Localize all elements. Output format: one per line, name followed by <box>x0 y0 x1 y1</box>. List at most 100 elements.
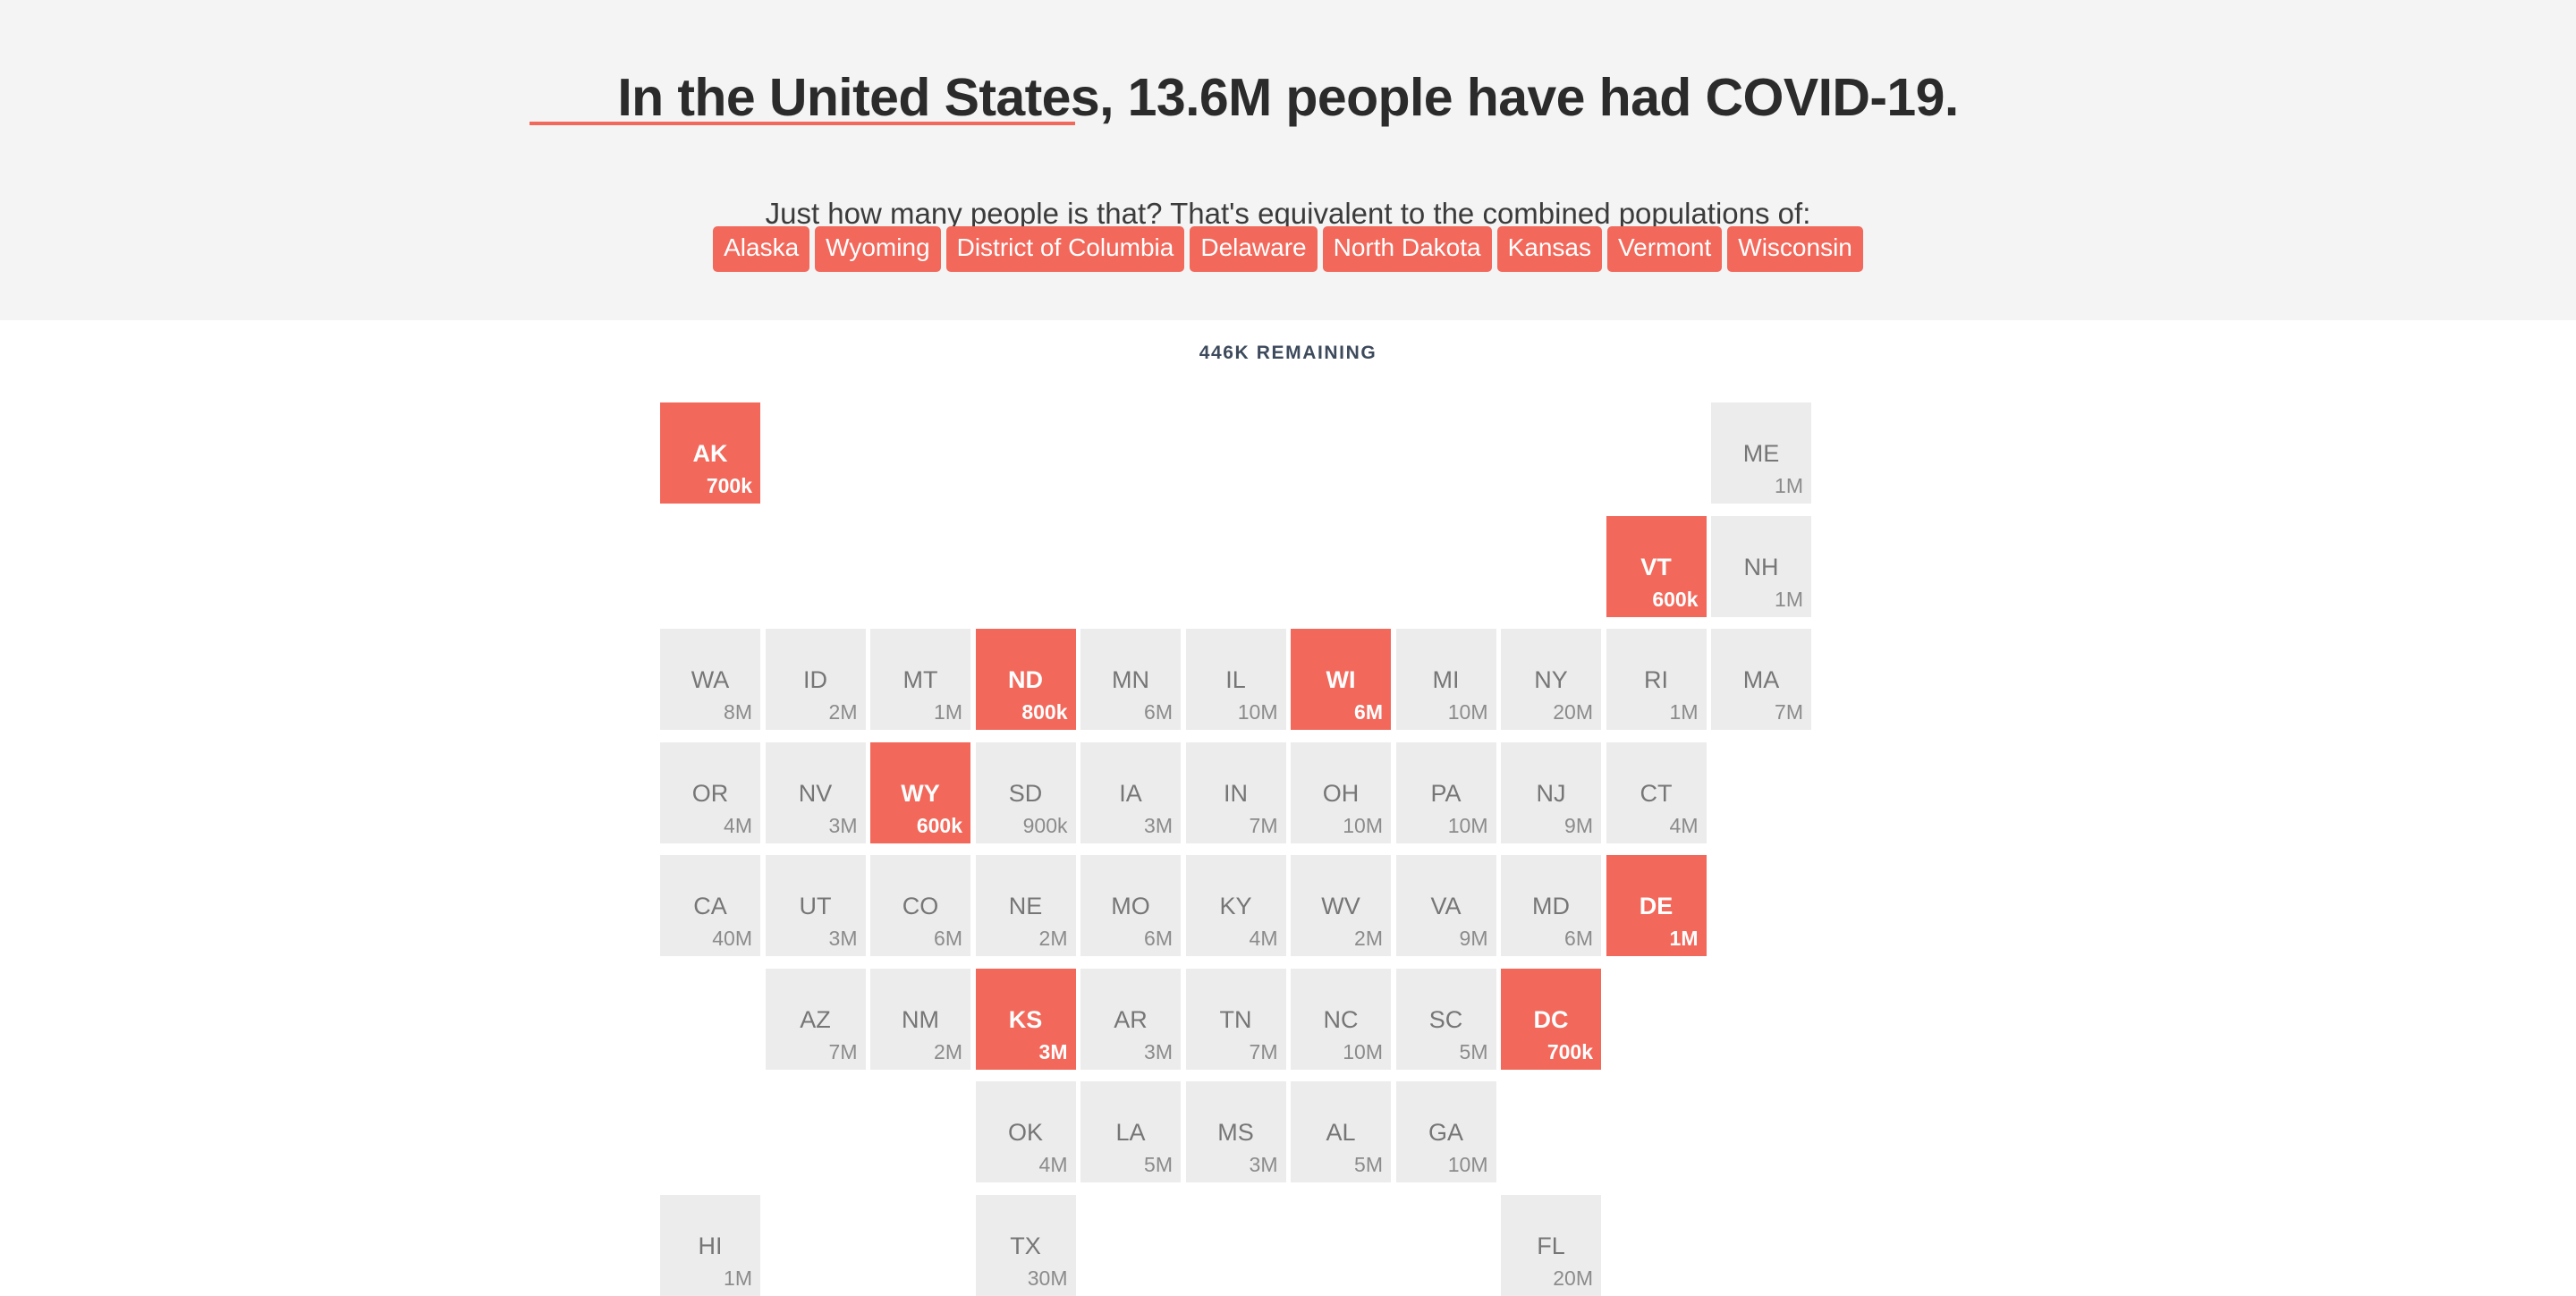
state-tile-ia[interactable]: IA 3M <box>1080 741 1181 843</box>
state-population-value: 10M <box>1343 1039 1383 1063</box>
state-tile-il[interactable]: IL 10M <box>1185 629 1286 730</box>
state-tile-va[interactable]: VA 9M <box>1395 855 1496 956</box>
state-population-value: 3M <box>1144 1039 1173 1063</box>
state-tile-me[interactable]: ME 1M <box>1711 402 1811 504</box>
state-tag[interactable]: Delaware <box>1190 226 1318 272</box>
state-tile-md[interactable]: MD 6M <box>1501 855 1601 956</box>
state-tag[interactable]: Wisconsin <box>1727 226 1863 272</box>
state-tag[interactable]: Vermont <box>1607 226 1723 272</box>
state-abbr-label: CO <box>902 893 939 919</box>
state-tag-list: Alaska Wyoming District of Columbia Delawar… <box>0 226 2576 272</box>
state-tile-nm[interactable]: NM 2M <box>870 968 970 1070</box>
state-tile-sd[interactable]: SD 900k <box>975 741 1076 843</box>
state-tile-ky[interactable]: KY 4M <box>1185 855 1286 956</box>
state-tile-wa[interactable]: WA 8M <box>660 629 760 730</box>
state-tile-ak[interactable]: AK 700k <box>660 402 760 504</box>
state-abbr-label: NC <box>1323 1005 1359 1033</box>
state-tile-ny[interactable]: NY 20M <box>1501 629 1601 730</box>
state-tile-ne[interactable]: NE 2M <box>975 855 1076 956</box>
state-tile-tn[interactable]: TN 7M <box>1185 968 1286 1070</box>
state-tile-ut[interactable]: UT 3M <box>765 855 866 956</box>
state-abbr-label: TX <box>1010 1232 1041 1259</box>
state-tile-mi[interactable]: MI 10M <box>1395 629 1496 730</box>
state-population-value: 900k <box>1022 813 1068 837</box>
state-tile-oh[interactable]: OH 10M <box>1291 741 1391 843</box>
state-tile-nj[interactable]: NJ 9M <box>1501 741 1601 843</box>
state-population-value: 5M <box>1354 1153 1383 1176</box>
state-tile-co[interactable]: CO 6M <box>870 855 970 956</box>
state-tag[interactable]: North Dakota <box>1322 226 1492 272</box>
state-population-value: 1M <box>724 1266 752 1290</box>
state-tile-pa[interactable]: PA 10M <box>1395 741 1496 843</box>
state-population-value: 20M <box>1553 1266 1593 1290</box>
state-population-value: 1M <box>1775 474 1803 497</box>
state-tile-ms[interactable]: MS 3M <box>1185 1081 1286 1182</box>
state-abbr-label: DE <box>1639 893 1674 919</box>
state-tile-de[interactable]: DE 1M <box>1606 855 1707 956</box>
state-abbr-label: IN <box>1224 779 1248 807</box>
state-abbr-label: NH <box>1743 553 1779 580</box>
state-tile-sc[interactable]: SC 5M <box>1395 968 1496 1070</box>
state-tile-wi[interactable]: WI 6M <box>1291 629 1391 730</box>
state-abbr-label: GA <box>1428 1119 1463 1146</box>
state-tag[interactable]: Kansas <box>1496 226 1602 272</box>
state-tile-ks[interactable]: KS 3M <box>975 968 1076 1070</box>
state-tag[interactable]: Alaska <box>713 226 810 272</box>
state-tag[interactable]: Wyoming <box>815 226 941 272</box>
state-population-value: 9M <box>1564 813 1593 837</box>
state-population-value: 600k <box>916 813 962 837</box>
state-tile-ct[interactable]: CT 4M <box>1606 741 1707 843</box>
state-abbr-label: MO <box>1111 893 1150 919</box>
state-tile-nv[interactable]: NV 3M <box>765 741 866 843</box>
state-abbr-label: ME <box>1742 440 1780 467</box>
state-abbr-label: VA <box>1430 893 1462 919</box>
state-tile-az[interactable]: AZ 7M <box>765 968 866 1070</box>
state-tile-mo[interactable]: MO 6M <box>1080 855 1181 956</box>
state-abbr-label: WA <box>691 666 730 693</box>
state-tile-al[interactable]: AL 5M <box>1291 1081 1391 1182</box>
state-population-value: 3M <box>1249 1153 1278 1176</box>
state-tile-in[interactable]: IN 7M <box>1185 741 1286 843</box>
state-population-value: 9M <box>1459 927 1488 950</box>
state-tile-or[interactable]: OR 4M <box>660 741 760 843</box>
state-abbr-label: PA <box>1430 779 1462 807</box>
state-abbr-label: AZ <box>800 1005 831 1033</box>
state-tile-ca[interactable]: CA 40M <box>660 855 760 956</box>
state-tile-wv[interactable]: WV 2M <box>1291 855 1391 956</box>
state-abbr-label: NM <box>902 1005 939 1033</box>
state-population-value: 7M <box>1775 700 1803 724</box>
state-tile-vt[interactable]: VT 600k <box>1606 515 1707 617</box>
state-tile-nh[interactable]: NH 1M <box>1711 515 1811 617</box>
state-tile-ga[interactable]: GA 10M <box>1395 1081 1496 1182</box>
state-tile-ok[interactable]: OK 4M <box>975 1081 1076 1182</box>
state-tile-wy[interactable]: WY 600k <box>870 741 970 843</box>
state-tile-mt[interactable]: MT 1M <box>870 629 970 730</box>
state-abbr-label: WV <box>1321 893 1360 919</box>
state-population-value: 700k <box>1546 1039 1593 1063</box>
state-population-value: 40M <box>712 927 752 950</box>
state-tile-tx[interactable]: TX 30M <box>975 1194 1076 1296</box>
state-tag[interactable]: District of Columbia <box>945 226 1185 272</box>
state-abbr-label: LA <box>1115 1119 1146 1146</box>
state-tile-nc[interactable]: NC 10M <box>1291 968 1391 1070</box>
state-population-value: 6M <box>1144 700 1173 724</box>
state-population-value: 1M <box>1669 700 1699 724</box>
state-tile-hi[interactable]: HI 1M <box>660 1194 760 1296</box>
state-abbr-label: TN <box>1219 1005 1252 1033</box>
state-tile-fl[interactable]: FL 20M <box>1501 1194 1601 1296</box>
state-population-value: 1M <box>934 700 962 724</box>
state-tile-ma[interactable]: MA 7M <box>1711 629 1811 730</box>
state-tile-la[interactable]: LA 5M <box>1080 1081 1181 1182</box>
state-abbr-label: MA <box>1742 666 1780 693</box>
state-tile-ar[interactable]: AR 3M <box>1080 968 1181 1070</box>
state-abbr-label: OH <box>1322 779 1360 807</box>
state-tile-id[interactable]: ID 2M <box>765 629 866 730</box>
state-tile-mn[interactable]: MN 6M <box>1080 629 1181 730</box>
state-population-value: 5M <box>1144 1153 1173 1176</box>
state-abbr-label: CT <box>1640 779 1673 807</box>
state-tile-nd[interactable]: ND 800k <box>975 629 1076 730</box>
state-tile-ri[interactable]: RI 1M <box>1606 629 1707 730</box>
state-tile-dc[interactable]: DC 700k <box>1501 968 1601 1070</box>
state-abbr-label: OR <box>691 779 729 807</box>
title-underline-accent <box>530 122 1075 125</box>
